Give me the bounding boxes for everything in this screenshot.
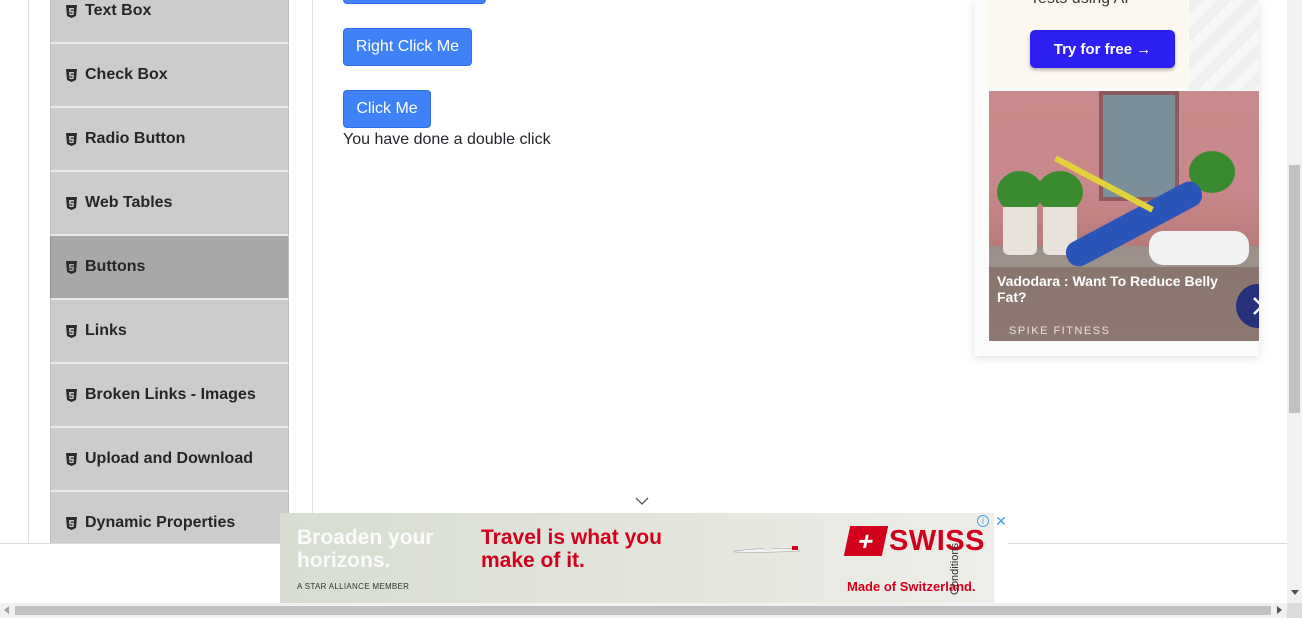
sidebar-item-label: Broken Links - Images [85, 386, 256, 403]
sidebar-item-check-box[interactable]: Check Box [50, 44, 289, 108]
sidebar-item-links[interactable]: Links [50, 300, 289, 364]
sidebar-item-label: Check Box [85, 66, 168, 83]
banner-ad[interactable]: Broaden your horizons. Travel is what yo… [280, 513, 1008, 603]
sidebar-item-label: Buttons [85, 258, 146, 275]
sidebar-item-label: Web Tables [85, 194, 173, 211]
horizontal-scrollbar-thumb[interactable] [15, 606, 1271, 615]
ad-close-icon[interactable]: ✕ [994, 513, 1008, 529]
sidebar-ad[interactable]: Tests using AI Try for free → Vadodara :… [974, 0, 1259, 356]
right-click-button[interactable]: Right Click Me [343, 28, 472, 66]
ad-image[interactable]: Vadodara : Want To Reduce Belly Fat? SPI… [989, 91, 1259, 341]
sidebar-item-label: Dynamic Properties [85, 514, 236, 531]
vertical-scrollbar[interactable] [1287, 0, 1302, 603]
scroll-right-arrow-icon[interactable] [1277, 606, 1282, 614]
banner-ad-headline: Broaden your horizons. [297, 526, 434, 572]
try-for-free-button[interactable]: Try for free → [1030, 30, 1175, 68]
star-alliance-text: A STAR ALLIANCE MEMBER [297, 582, 410, 591]
double-click-message: You have done a double click [343, 131, 551, 148]
ad-photo-pot [1003, 207, 1037, 255]
swiss-cross-icon: + [843, 526, 889, 556]
ad-promo-card: Tests using AI Try for free → [988, 0, 1188, 88]
ad-background-pattern [1189, 0, 1259, 90]
html5-icon [66, 516, 77, 530]
ad-brand: SPIKE FITNESS [1009, 325, 1111, 337]
ad-photo-person-body [1149, 231, 1249, 265]
html5-icon [66, 196, 77, 210]
swiss-logo: + SWISS [843, 523, 985, 559]
sidebar-menu: Text Box Check Box Radio Button Web Tabl… [50, 0, 289, 556]
page-viewport: Text Box Check Box Radio Button Web Tabl… [0, 0, 1287, 603]
sidebar-item-radio-button[interactable]: Radio Button [50, 108, 289, 172]
scrollbar-corner [1287, 603, 1302, 618]
left-divider [28, 0, 29, 543]
chevron-right-icon [1253, 297, 1259, 315]
sidebar-item-text-box[interactable]: Text Box [50, 0, 289, 44]
chevron-down-icon[interactable] [634, 496, 650, 506]
html5-icon [66, 4, 77, 18]
html5-icon [66, 452, 77, 466]
vertical-scrollbar-thumb[interactable] [1289, 165, 1300, 413]
scroll-left-arrow-icon[interactable] [4, 606, 9, 614]
sidebar-item-web-tables[interactable]: Web Tables [50, 172, 289, 236]
sidebar-item-label: Upload and Download [85, 450, 253, 467]
horizontal-scrollbar[interactable] [0, 603, 1287, 618]
sidebar-item-broken-links[interactable]: Broken Links - Images [50, 364, 289, 428]
click-me-button[interactable]: Click Me [343, 90, 431, 128]
sidebar-item-label: Text Box [85, 2, 152, 19]
scroll-down-arrow-icon[interactable] [1291, 590, 1299, 595]
sidebar-item-label: Radio Button [85, 130, 186, 147]
html5-icon [66, 132, 77, 146]
html5-icon [66, 388, 77, 402]
html5-icon [66, 68, 77, 82]
ad-promo-text: Tests using AI [1030, 0, 1129, 8]
ad-info-icon[interactable]: i [977, 515, 989, 527]
banner-ad-subheadline: Travel is what you make of it. [481, 526, 662, 572]
sidebar-item-label: Links [85, 322, 127, 339]
html5-icon [66, 324, 77, 338]
sidebar-item-upload-download[interactable]: Upload and Download [50, 428, 289, 492]
ad-conditions-link[interactable]: Conditions [949, 537, 963, 595]
sidebar-item-buttons[interactable]: Buttons [50, 236, 289, 300]
ad-headline[interactable]: Vadodara : Want To Reduce Belly Fat? [997, 273, 1227, 305]
content-divider [312, 0, 313, 543]
airplane-icon [733, 544, 801, 553]
html5-icon [66, 260, 77, 274]
swiss-logo-text: SWISS [889, 524, 985, 557]
double-click-button[interactable] [343, 0, 486, 4]
